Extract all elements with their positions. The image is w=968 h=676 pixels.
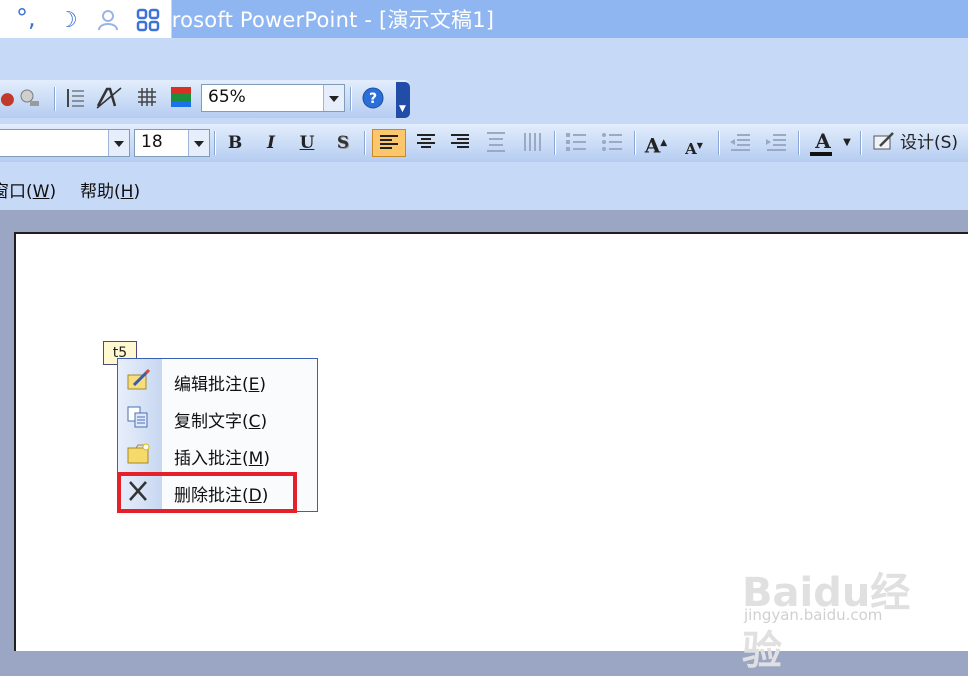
user-icon[interactable] bbox=[96, 8, 120, 38]
font-color-icon[interactable]: A bbox=[806, 128, 840, 156]
zoom-dropdown-icon[interactable] bbox=[323, 85, 344, 111]
toolbar-separator bbox=[54, 87, 56, 111]
menu-item-copy-text[interactable]: 复制文字(C) bbox=[118, 399, 317, 435]
bold-button[interactable]: B bbox=[222, 130, 248, 156]
punctuation-icon[interactable]: °, bbox=[16, 4, 36, 32]
decrease-font-size-icon[interactable]: A▼ bbox=[680, 132, 708, 158]
numbered-list-icon[interactable] bbox=[562, 130, 590, 156]
align-right-button[interactable] bbox=[446, 130, 474, 156]
format-icon[interactable] bbox=[94, 86, 124, 112]
decrease-indent-icon[interactable] bbox=[726, 130, 754, 156]
toolbar-separator bbox=[350, 87, 352, 111]
zoom-select[interactable]: 65% bbox=[201, 84, 345, 112]
edit-comment-icon bbox=[126, 368, 152, 392]
menu-help[interactable]: 帮助(H) bbox=[80, 177, 140, 202]
align-left-button[interactable] bbox=[372, 129, 406, 157]
menu-item-insert-comment[interactable]: 插入批注(M) bbox=[118, 436, 317, 472]
research-icon[interactable] bbox=[16, 86, 42, 112]
shadow-button[interactable]: S bbox=[330, 130, 356, 156]
moon-icon[interactable]: ☽ bbox=[58, 8, 78, 33]
design-icon[interactable] bbox=[870, 130, 898, 156]
toolbar-separator bbox=[718, 131, 720, 155]
copy-text-icon bbox=[126, 405, 152, 429]
font-size-select[interactable]: 18 bbox=[134, 129, 210, 157]
toolbar-separator bbox=[634, 131, 636, 155]
font-name-dropdown-icon[interactable] bbox=[108, 130, 129, 156]
highlight-box bbox=[117, 472, 297, 513]
toolbar-options-icon[interactable]: ▼ bbox=[396, 82, 410, 118]
table-grid-icon[interactable] bbox=[134, 86, 160, 112]
standard-toolbar: ● 65% ? bbox=[0, 80, 410, 118]
menu-item-label: 插入批注 bbox=[174, 449, 242, 469]
increase-indent-icon[interactable] bbox=[762, 130, 790, 156]
design-button[interactable]: 设计(S) bbox=[900, 130, 968, 156]
toolbar-separator bbox=[364, 131, 366, 155]
formatting-toolbar: 18 B I U S A▲ A▼ A ▼ 设计(S) bbox=[0, 124, 968, 162]
cut-icon[interactable]: ● bbox=[0, 86, 15, 112]
text-direction-icon[interactable] bbox=[518, 130, 546, 156]
menu-item-edit-comment[interactable]: 编辑批注(E) bbox=[118, 362, 317, 398]
insert-comment-icon bbox=[126, 442, 152, 466]
window-title: crosoft PowerPoint - [演示文稿1] bbox=[160, 8, 495, 32]
toolbar-separator bbox=[214, 131, 216, 155]
menu-item-label: 编辑批注 bbox=[174, 375, 242, 395]
italic-button[interactable]: I bbox=[258, 130, 284, 156]
align-center-button[interactable] bbox=[412, 130, 440, 156]
sort-icon[interactable] bbox=[60, 86, 88, 112]
menu-window[interactable]: 窗口(W) bbox=[0, 177, 56, 202]
watermark-url: jingyan.baidu.com bbox=[744, 606, 883, 624]
bullet-list-icon[interactable] bbox=[598, 130, 626, 156]
grid-icon[interactable] bbox=[136, 8, 160, 38]
font-size-value: 18 bbox=[141, 132, 163, 152]
font-name-select[interactable] bbox=[0, 129, 130, 157]
menu-item-label: 复制文字 bbox=[174, 412, 242, 432]
zoom-value: 65% bbox=[208, 87, 246, 107]
toolbar-separator bbox=[554, 131, 556, 155]
toolbar-separator bbox=[798, 131, 800, 155]
toolbar-separator bbox=[860, 131, 862, 155]
distribute-vertical-icon[interactable] bbox=[482, 130, 510, 156]
menu-bar: 窗口(W) 帮助(H) bbox=[0, 164, 968, 210]
watermark: Baidu经验 jingyan.baidu.com bbox=[742, 560, 942, 674]
font-color-dropdown-icon[interactable]: ▼ bbox=[840, 130, 854, 156]
help-icon[interactable]: ? bbox=[360, 86, 386, 112]
increase-font-size-icon[interactable]: A▲ bbox=[642, 130, 670, 158]
color-icon[interactable] bbox=[168, 86, 194, 112]
svg-text:?: ? bbox=[369, 91, 377, 107]
underline-button[interactable]: U bbox=[294, 130, 320, 156]
font-size-dropdown-icon[interactable] bbox=[188, 130, 209, 156]
